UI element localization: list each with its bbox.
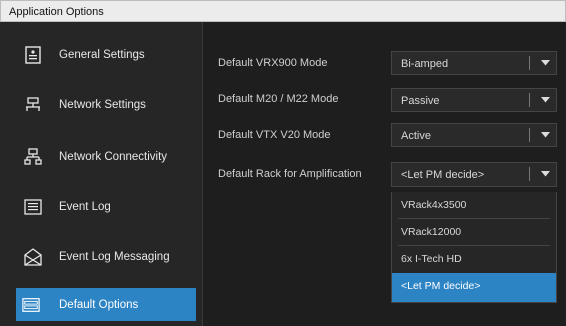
dropdown-option[interactable]: VRack4x3500 xyxy=(392,192,556,219)
chevron-down-icon[interactable] xyxy=(534,89,556,111)
select-divider xyxy=(529,128,530,142)
vtx-v20-mode-label: Default VTX V20 Mode xyxy=(218,129,331,141)
network-icon xyxy=(24,96,42,114)
sidebar-item-event-log[interactable]: Event Log xyxy=(0,182,203,232)
sidebar-item-general-settings[interactable]: General Settings xyxy=(0,30,203,80)
select-value: Bi-amped xyxy=(401,58,449,70)
default-options-icon xyxy=(22,296,40,314)
sidebar-item-label: Event Log Messaging xyxy=(59,251,170,263)
window-title: Application Options xyxy=(0,0,566,22)
envelope-icon xyxy=(24,248,42,266)
select-value: Passive xyxy=(401,95,440,107)
sidebar-item-default-options[interactable]: Default Options xyxy=(16,288,196,321)
sidebar-item-event-log-messaging[interactable]: Event Log Messaging xyxy=(0,232,203,282)
m20-m22-mode-select[interactable]: Passive xyxy=(391,88,557,112)
sidebar-item-network-connectivity[interactable]: Network Connectivity xyxy=(0,132,203,182)
sidebar-item-label: Network Connectivity xyxy=(59,151,168,163)
select-value: Active xyxy=(401,130,431,142)
settings-doc-icon xyxy=(24,46,42,64)
chevron-down-icon[interactable] xyxy=(534,124,556,146)
select-divider xyxy=(529,56,530,70)
sidebar-item-label: Network Settings xyxy=(59,99,146,111)
select-value: <Let PM decide> xyxy=(401,169,485,181)
rack-amplification-select[interactable]: <Let PM decide> xyxy=(391,162,557,187)
select-divider xyxy=(529,167,530,181)
vtx-v20-mode-select[interactable]: Active xyxy=(391,123,557,147)
sidebar-item-label: Default Options xyxy=(59,298,139,311)
main-panel: Default VRX900 Mode Bi-amped Default M20… xyxy=(204,22,566,326)
chevron-down-icon[interactable] xyxy=(534,52,556,74)
vrx900-mode-select[interactable]: Bi-amped xyxy=(391,51,557,75)
dropdown-option-selected[interactable]: <Let PM decide> xyxy=(392,273,556,302)
sidebar-item-network-settings[interactable]: Network Settings xyxy=(0,80,203,130)
chevron-down-icon[interactable] xyxy=(534,163,556,185)
rack-amplification-label: Default Rack for Amplification xyxy=(218,168,362,180)
dropdown-option[interactable]: VRack12000 xyxy=(392,219,556,246)
sidebar-item-label: General Settings xyxy=(59,49,145,61)
sidebar: General Settings Network Settings Networ… xyxy=(0,22,203,326)
rack-amplification-dropdown-list: VRack4x3500 VRack12000 6x I-Tech HD <Let… xyxy=(391,192,557,303)
event-log-icon xyxy=(24,198,42,216)
vrx900-mode-label: Default VRX900 Mode xyxy=(218,57,328,69)
select-divider xyxy=(529,93,530,107)
network-connectivity-icon xyxy=(24,148,42,166)
m20-m22-mode-label: Default M20 / M22 Mode xyxy=(218,93,339,105)
dropdown-option[interactable]: 6x I-Tech HD xyxy=(392,246,556,273)
sidebar-item-label: Event Log xyxy=(59,201,111,213)
